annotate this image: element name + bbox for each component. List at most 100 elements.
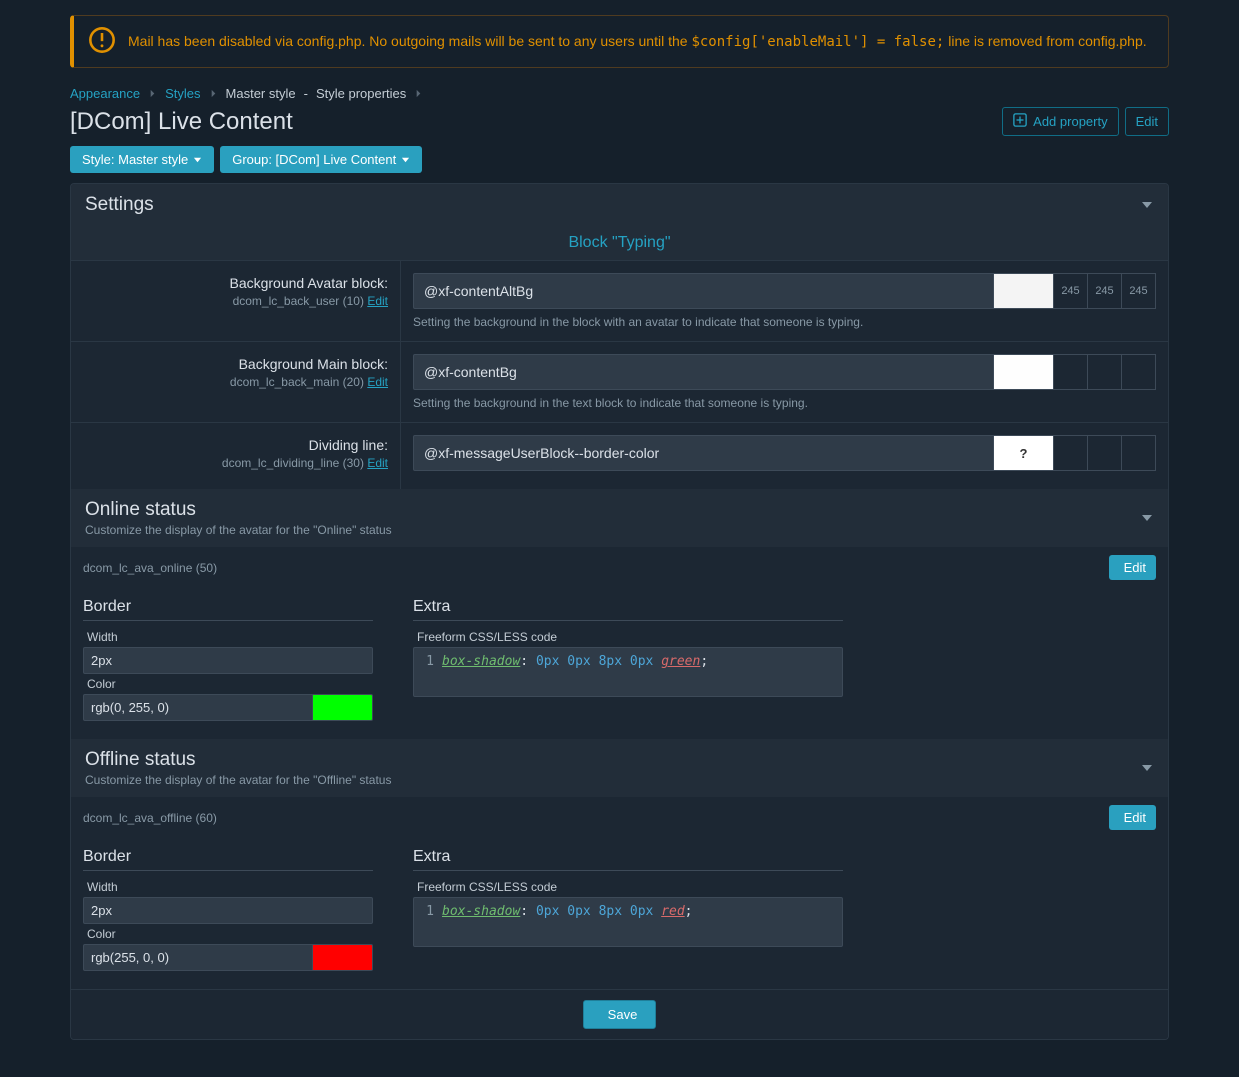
rgb-b[interactable]: 245 [1122,273,1156,309]
group-filter[interactable]: Group: [DCom] Live Content [220,146,422,173]
chevron-right-icon [209,86,218,101]
prop-label: Background Avatar block: dcom_lc_back_us… [71,261,401,341]
prop-back-main: Background Main block: dcom_lc_back_main… [71,341,1168,422]
extra-sub: Freeform CSS/LESS code [413,877,843,897]
collapse-icon [1140,197,1154,214]
help-text: Setting the background in the block with… [413,315,1156,329]
offline-meta: dcom_lc_ava_offline [83,811,192,825]
add-property-button[interactable]: Add property [1002,107,1118,136]
prop-value: 245 245 245 Setting the background in th… [401,261,1168,341]
warning-pre: Mail has been disabled via config.php. N… [128,33,691,49]
offline-header[interactable]: Offline status Customize the display of … [71,739,1168,797]
code-content: box-shadow: 0px 0px 8px 0px red; [442,904,693,919]
color-swatch[interactable] [313,944,373,971]
caret-down-icon [401,152,410,167]
help-text: Setting the background in the text block… [413,396,1156,410]
rgb-r[interactable]: 245 [1054,273,1088,309]
color-boxes [994,354,1156,390]
rgb-g[interactable] [1088,354,1122,390]
color-text-input[interactable] [413,273,994,309]
color-swatch[interactable] [994,354,1054,390]
color-input-row: 245 245 245 [413,273,1156,309]
edit-link[interactable]: Edit [367,375,388,389]
filter-row: Style: Master style Group: [DCom] Live C… [70,146,1169,173]
code-editor[interactable]: 1 box-shadow: 0px 0px 8px 0px green; [413,647,843,697]
prop-back-user: Background Avatar block: dcom_lc_back_us… [71,260,1168,341]
width-label: Width [83,627,373,647]
page-title: [DCom] Live Content [70,108,293,136]
color-text-input[interactable] [413,354,994,390]
extra-col: Extra Freeform CSS/LESS code 1 box-shado… [413,848,843,971]
color-swatch[interactable] [994,273,1054,309]
color-input[interactable] [83,694,313,721]
color-input-row: ? [413,435,1156,471]
edit-label: Edit [1124,810,1146,825]
color-field [83,944,373,971]
extra-heading: Extra [413,848,843,871]
rgb-g[interactable] [1088,435,1122,471]
edit-link[interactable]: Edit [367,456,388,470]
edit-button[interactable]: Edit [1125,107,1169,136]
code-content: box-shadow: 0px 0px 8px 0px green; [442,654,708,669]
width-label: Width [83,877,373,897]
line-number: 1 [414,654,442,669]
border-heading: Border [83,848,373,871]
crumb-master: Master style [226,86,296,101]
collapse-icon [1140,510,1154,527]
rgb-r[interactable] [1054,354,1088,390]
rgb-b[interactable] [1122,435,1156,471]
code-editor[interactable]: 1 box-shadow: 0px 0px 8px 0px red; [413,897,843,947]
border-col: Border Width Color [83,598,373,721]
offline-edit-button[interactable]: Edit [1109,805,1156,830]
extra-heading: Extra [413,598,843,621]
online-order: (50) [196,561,217,575]
offline-order: (60) [196,811,217,825]
edit-label: Edit [1124,560,1146,575]
crumb-appearance[interactable]: Appearance [70,86,140,101]
mail-warning: Mail has been disabled via config.php. N… [70,15,1169,68]
rgb-r[interactable] [1054,435,1088,471]
line-number: 1 [414,904,442,919]
extra-sub: Freeform CSS/LESS code [413,627,843,647]
warning-text: Mail has been disabled via config.php. N… [128,31,1147,53]
rgb-g[interactable]: 245 [1088,273,1122,309]
save-label: Save [608,1007,638,1022]
page-header: [DCom] Live Content Add property Edit [70,107,1169,136]
extra-col: Extra Freeform CSS/LESS code 1 box-shado… [413,598,843,721]
color-swatch-unknown[interactable]: ? [994,435,1054,471]
online-meta-line: dcom_lc_ava_online (50) Edit [71,547,1168,588]
color-field [83,694,373,721]
footer: Save [71,989,1168,1039]
color-input[interactable] [83,944,313,971]
prop-label: Dividing line: dcom_lc_dividing_line (30… [71,423,401,489]
width-input[interactable] [83,897,373,924]
color-input-row [413,354,1156,390]
chevron-right-icon [414,86,423,101]
color-text-input[interactable] [413,435,994,471]
prop-value: ? [401,423,1168,489]
save-button[interactable]: Save [583,1000,657,1029]
online-heading: Online status [85,499,392,521]
settings-header[interactable]: Settings [71,184,1168,226]
main-panel: Settings Block "Typing" Background Avata… [70,183,1169,1040]
edit-link[interactable]: Edit [367,294,388,308]
prop-meta: dcom_lc_back_main (20) Edit [83,375,388,389]
warning-post: line is removed from config.php. [944,33,1146,49]
rgb-b[interactable] [1122,354,1156,390]
style-filter[interactable]: Style: Master style [70,146,214,173]
color-swatch[interactable] [313,694,373,721]
group-filter-label: Group: [DCom] Live Content [232,152,396,167]
header-actions: Add property Edit [1002,107,1169,136]
offline-meta-line: dcom_lc_ava_offline (60) Edit [71,797,1168,838]
online-header[interactable]: Online status Customize the display of t… [71,489,1168,547]
offline-sub: Customize the display of the avatar for … [85,773,391,787]
prop-meta: dcom_lc_dividing_line (30) Edit [83,456,388,470]
prop-value: Setting the background in the text block… [401,342,1168,422]
width-input[interactable] [83,647,373,674]
color-label: Color [83,674,373,694]
online-meta: dcom_lc_ava_online [83,561,192,575]
crumb-styles[interactable]: Styles [165,86,200,101]
prop-dividing-line: Dividing line: dcom_lc_dividing_line (30… [71,422,1168,489]
online-edit-button[interactable]: Edit [1109,555,1156,580]
offline-body: Border Width Color Extra Freeform CSS/LE… [71,838,1168,989]
